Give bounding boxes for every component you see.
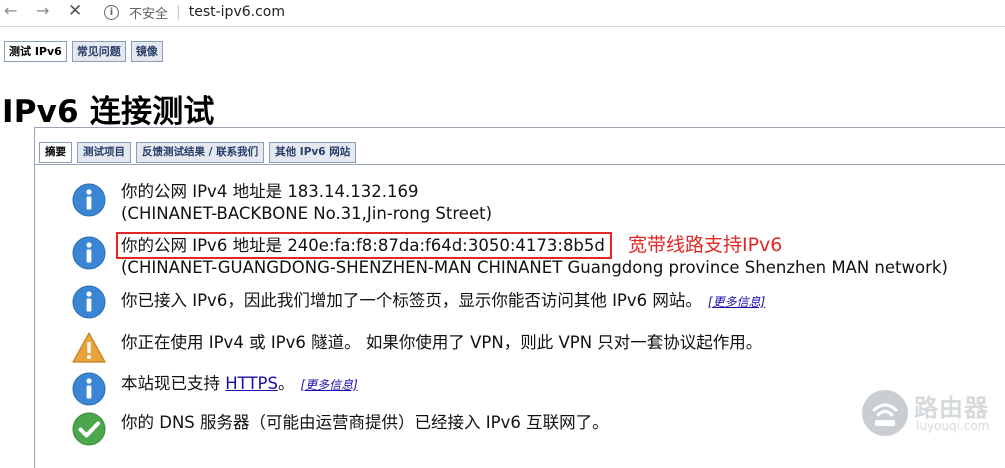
forward-arrow-icon[interactable]: →: [36, 2, 49, 20]
result-text: 你的 DNS 服务器（可能由运营商提供）已经接入 IPv6 互联网了。: [121, 413, 609, 432]
result-text: 你已接入 IPv6，因此我们增加了一个标签页，显示你能否访问其他 IPv6 网站…: [121, 290, 765, 313]
watermark-logo: 路由器 luyouqi.com: [862, 384, 1002, 448]
inner-tab-divider: [34, 164, 1005, 165]
address-bar[interactable]: i 不安全 | test-ipv6.com: [104, 1, 999, 23]
info-icon: [72, 372, 106, 406]
url-text[interactable]: test-ipv6.com: [189, 4, 285, 20]
https-link[interactable]: HTTPS: [225, 374, 278, 393]
result-text: 你的公网 IPv4 地址是 183.14.132.169 (CHINANET-B…: [121, 181, 492, 225]
ipv6-highlight-box: [116, 232, 612, 259]
info-circle-icon[interactable]: i: [104, 4, 119, 20]
tab-summary[interactable]: 摘要: [39, 142, 72, 163]
https-message-suffix: 。: [277, 374, 295, 393]
ipv4-address-line: 你的公网 IPv4 地址是 183.14.132.169: [121, 182, 419, 201]
toolbar-divider: [0, 26, 1005, 27]
page-title: IPv6 连接测试: [2, 94, 215, 130]
warning-icon: [72, 332, 106, 363]
router-logo-icon: [862, 390, 908, 436]
top-tab-bar: 测试 IPv6 常见问题 镜像: [4, 41, 163, 62]
checkmark-icon: [72, 412, 106, 446]
back-arrow-icon[interactable]: ←: [4, 2, 17, 20]
tab-test-ipv6[interactable]: 测试 IPv6: [4, 41, 67, 62]
info-icon: [72, 236, 106, 270]
https-message-prefix: 本站现已支持: [121, 374, 226, 393]
info-icon: [72, 183, 106, 217]
tab-tests-run[interactable]: 测试项目: [77, 142, 131, 163]
stop-loading-icon[interactable]: ✕: [68, 2, 82, 20]
broadband-ipv6-annotation: 宽带线路支持IPv6: [628, 234, 783, 256]
ipv6-network-line: (CHINANET-GUANGDONG-SHENZHEN-MAN CHINANE…: [121, 258, 948, 277]
browser-toolbar: ← → ✕ i 不安全 | test-ipv6.com: [0, 0, 1005, 24]
address-separator: |: [176, 4, 181, 20]
more-info-link[interactable]: [更多信息]: [708, 295, 765, 309]
watermark-domain: luyouqi.com: [916, 419, 990, 433]
result-text: 本站现已支持 HTTPS。 [更多信息]: [121, 373, 358, 396]
tab-faq[interactable]: 常见问题: [71, 41, 126, 62]
result-text: 你正在使用 IPv4 或 IPv6 隧道。 如果你使用了 VPN，则此 VPN …: [121, 333, 763, 352]
inner-tab-bar: 摘要 测试项目 反馈测试结果 / 联系我们 其他 IPv6 网站: [39, 142, 357, 163]
watermark-text: 路由器: [914, 394, 989, 422]
ipv4-network-line: (CHINANET-BACKBONE No.31,Jin-rong Street…: [121, 204, 493, 223]
tab-feedback[interactable]: 反馈测试结果 / 联系我们: [136, 142, 265, 163]
tab-other-ipv6-sites[interactable]: 其他 IPv6 网站: [269, 142, 357, 163]
ipv6-tab-message: 你已接入 IPv6，因此我们增加了一个标签页，显示你能否访问其他 IPv6 网站…: [121, 291, 702, 310]
info-icon: [72, 285, 106, 319]
tab-mirrors[interactable]: 镜像: [130, 41, 163, 62]
security-label: 不安全: [129, 6, 169, 22]
more-info-link[interactable]: [更多信息]: [300, 378, 357, 392]
